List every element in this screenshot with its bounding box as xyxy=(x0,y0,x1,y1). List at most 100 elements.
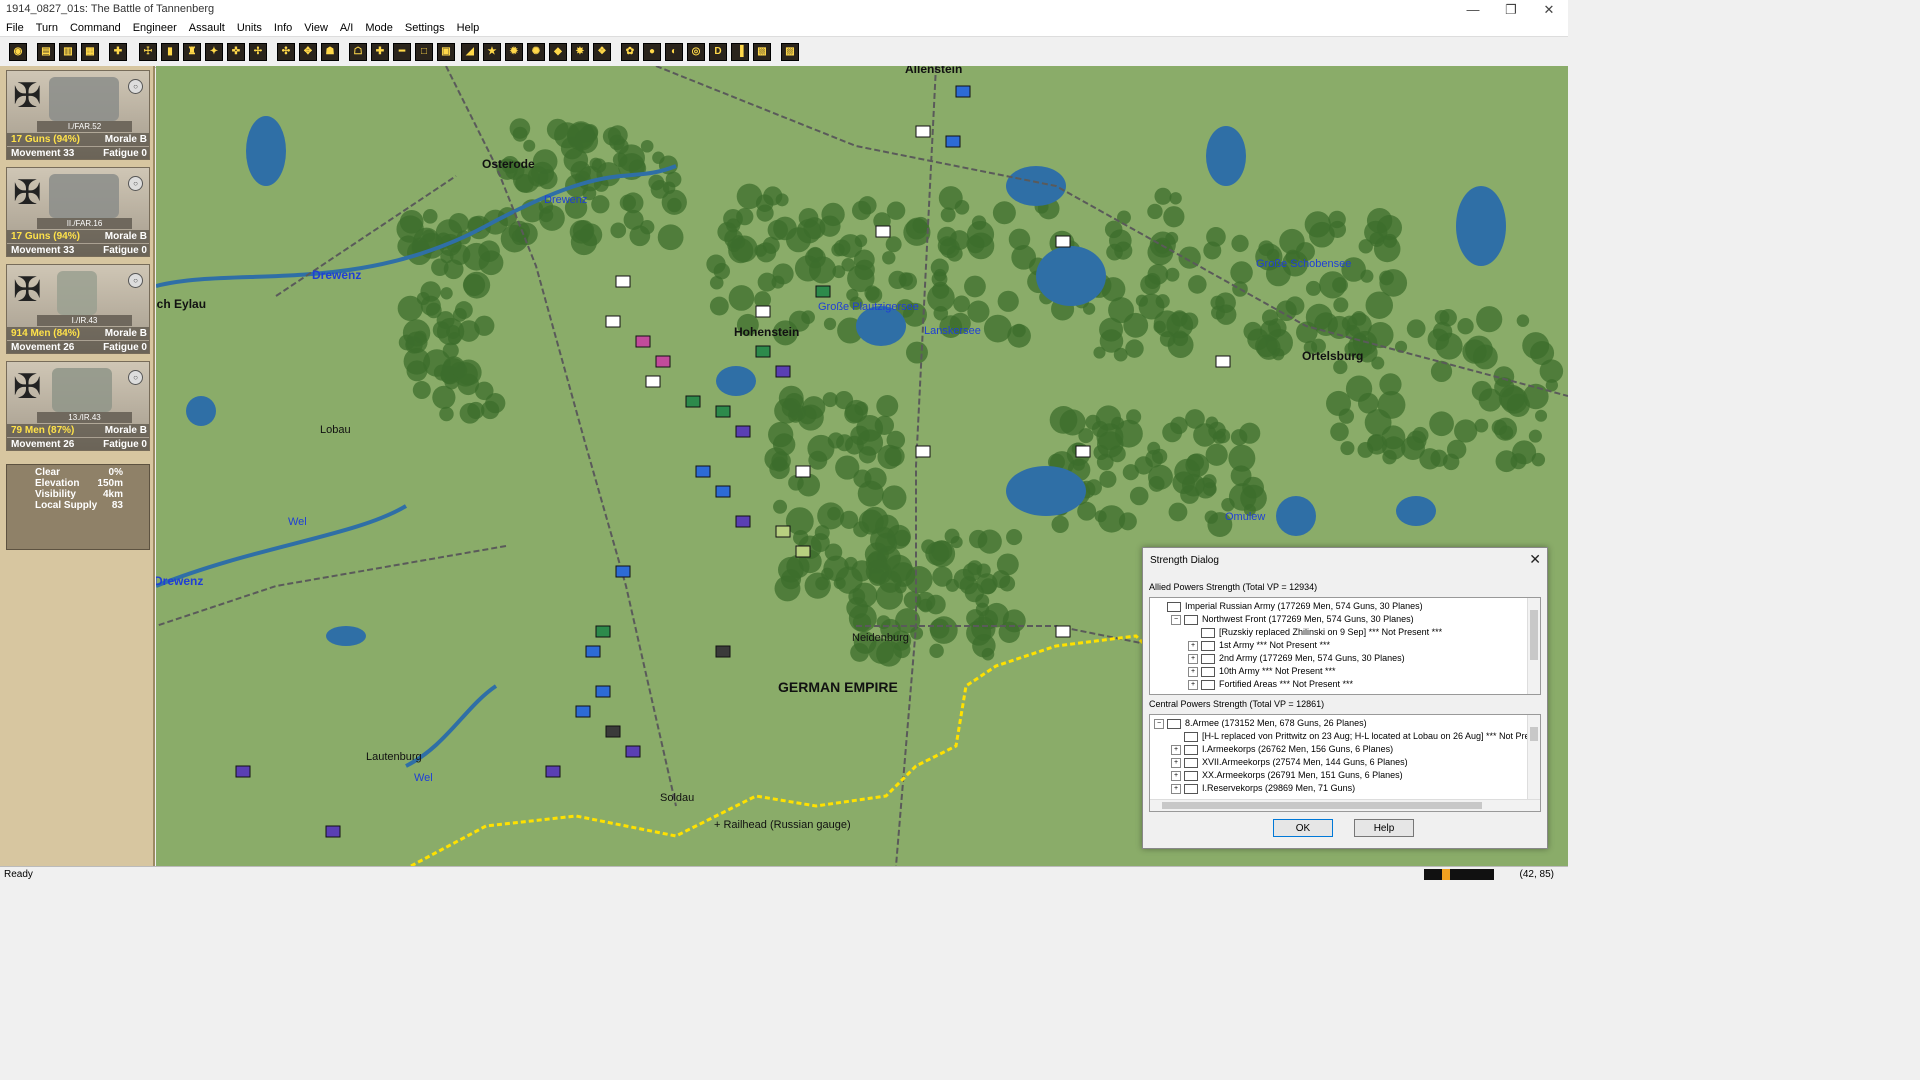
unit-counter[interactable] xyxy=(915,445,931,458)
toolbar-button-1[interactable]: ▤ xyxy=(37,43,55,61)
toolbar-button-16[interactable]: ━ xyxy=(393,43,411,61)
unit-counter[interactable] xyxy=(685,395,701,408)
unit-card[interactable]: ✠ ○ I./IR.43 914 Men (84%) Morale B Movem… xyxy=(6,264,150,354)
unit-counter[interactable] xyxy=(915,125,931,138)
toolbar-button-30[interactable]: D xyxy=(709,43,727,61)
unit-counter[interactable] xyxy=(645,375,661,388)
unit-counter[interactable] xyxy=(735,515,751,528)
unit-card[interactable]: ✠ ○ I./FAR.52 17 Guns (94%) Morale B Move… xyxy=(6,70,150,160)
expand-toggle-icon[interactable]: + xyxy=(1171,757,1181,768)
menu-command[interactable]: Command xyxy=(64,19,127,36)
unit-counter[interactable] xyxy=(1055,625,1071,638)
toolbar-button-14[interactable]: ☖ xyxy=(349,43,367,61)
unit-counter[interactable] xyxy=(945,135,961,148)
tree-item[interactable]: +2nd Army (177269 Men, 574 Guns, 30 Plan… xyxy=(1188,652,1405,664)
toolbar-button-26[interactable]: ✿ xyxy=(621,43,639,61)
tree-item[interactable]: + I.Armeekorps (26762 Men, 156 Guns, 6 Pl… xyxy=(1171,743,1393,755)
toolbar-button-33[interactable]: ▨ xyxy=(781,43,799,61)
unit-card[interactable]: ✠ ○ II./FAR.16 17 Guns (94%) Morale B Mov… xyxy=(6,167,150,257)
unit-counter[interactable] xyxy=(815,285,831,298)
unit-counter[interactable] xyxy=(545,765,561,778)
tree-item[interactable]: [H-L replaced von Prittwitz on 23 Aug; H… xyxy=(1171,730,1530,742)
unit-counter[interactable] xyxy=(1055,235,1071,248)
unit-counter[interactable] xyxy=(605,725,621,738)
close-window-button[interactable]: ✕ xyxy=(1530,0,1568,19)
toolbar-button-20[interactable]: ★ xyxy=(483,43,501,61)
allied-strength-tree[interactable]: Imperial Russian Army (177269 Men, 574 G… xyxy=(1149,597,1541,695)
tree-item[interactable]: + XX.Armeekorps (26791 Men, 151 Guns, 6 P… xyxy=(1171,769,1403,781)
unit-counter[interactable] xyxy=(735,425,751,438)
toolbar-button-22[interactable]: ✺ xyxy=(527,43,545,61)
unit-counter[interactable] xyxy=(635,335,651,348)
unit-counter[interactable] xyxy=(875,225,891,238)
unit-counter[interactable] xyxy=(775,365,791,378)
tree-item[interactable]: +1st Army *** Not Present *** xyxy=(1188,639,1330,651)
toolbar-button-7[interactable]: ♜ xyxy=(183,43,201,61)
unit-counter[interactable] xyxy=(325,825,341,838)
expand-toggle-icon[interactable]: + xyxy=(1171,744,1181,755)
toolbar-button-9[interactable]: ✜ xyxy=(227,43,245,61)
central-tree-hscrollbar[interactable] xyxy=(1150,799,1540,811)
unit-counter[interactable] xyxy=(795,545,811,558)
dialog-close-icon[interactable]: ✕ xyxy=(1529,551,1541,568)
toolbar-button-15[interactable]: ✚ xyxy=(371,43,389,61)
unit-counter[interactable] xyxy=(595,685,611,698)
toolbar-button-28[interactable]: ◐ xyxy=(665,43,683,61)
tree-item[interactable]: + I.Reservekorps (29869 Men, 71 Guns) xyxy=(1171,782,1355,794)
unit-counter[interactable] xyxy=(695,465,711,478)
toolbar-button-3[interactable]: ▦ xyxy=(81,43,99,61)
tree-item[interactable]: + XVII.Armeekorps (27574 Men, 144 Guns, 6… xyxy=(1171,756,1408,768)
tree-item[interactable]: Imperial Russian Army (177269 Men, 574 G… xyxy=(1154,600,1423,612)
expand-toggle-icon[interactable]: + xyxy=(1171,783,1181,794)
unit-counter[interactable] xyxy=(605,315,621,328)
unit-counter[interactable] xyxy=(755,305,771,318)
toolbar-button-19[interactable]: ◢ xyxy=(461,43,479,61)
toolbar-button-2[interactable]: ▥ xyxy=(59,43,77,61)
menu-file[interactable]: File xyxy=(0,19,30,36)
toolbar-button-13[interactable]: ☗ xyxy=(321,43,339,61)
toolbar-button-4[interactable]: ✚ xyxy=(109,43,127,61)
central-strength-tree[interactable]: − 8.Armee (173152 Men, 678 Guns, 26 Plane… xyxy=(1149,714,1541,812)
toolbar-button-10[interactable]: ✢ xyxy=(249,43,267,61)
expand-toggle-icon[interactable]: + xyxy=(1188,666,1198,677)
expand-toggle-icon[interactable]: + xyxy=(1188,653,1198,664)
unit-counter[interactable] xyxy=(1215,355,1231,368)
unit-counter[interactable] xyxy=(955,85,971,98)
tree-item[interactable]: +10th Army *** Not Present *** xyxy=(1188,665,1336,677)
toolbar-button-12[interactable]: ✥ xyxy=(299,43,317,61)
tree-item[interactable]: − 8.Armee (173152 Men, 678 Guns, 26 Plane… xyxy=(1154,717,1367,729)
unit-counter[interactable] xyxy=(575,705,591,718)
unit-counter[interactable] xyxy=(715,485,731,498)
unit-counter[interactable] xyxy=(235,765,251,778)
expand-toggle-icon[interactable]: + xyxy=(1171,770,1181,781)
menu-turn[interactable]: Turn xyxy=(30,19,64,36)
menu-engineer[interactable]: Engineer xyxy=(127,19,183,36)
toolbar-button-18[interactable]: ▣ xyxy=(437,43,455,61)
unit-counter[interactable] xyxy=(615,275,631,288)
ok-button[interactable]: OK xyxy=(1273,819,1333,837)
toolbar-button-8[interactable]: ✦ xyxy=(205,43,223,61)
expand-toggle-icon[interactable]: + xyxy=(1188,640,1198,651)
toolbar-button-23[interactable]: ◆ xyxy=(549,43,567,61)
toolbar-button-11[interactable]: ✣ xyxy=(277,43,295,61)
expand-toggle-icon[interactable]: + xyxy=(1188,679,1198,690)
unit-counter[interactable] xyxy=(795,465,811,478)
unit-counter[interactable] xyxy=(775,525,791,538)
unit-counter[interactable] xyxy=(755,345,771,358)
minimize-button[interactable]: — xyxy=(1454,0,1492,19)
unit-counter[interactable] xyxy=(625,745,641,758)
allied-tree-scrollbar[interactable] xyxy=(1527,598,1540,694)
menu-help[interactable]: Help xyxy=(451,19,486,36)
unit-counter[interactable] xyxy=(595,625,611,638)
menu-assault[interactable]: Assault xyxy=(183,19,231,36)
restore-button[interactable]: ❐ xyxy=(1492,0,1530,19)
unit-counter[interactable] xyxy=(715,645,731,658)
toolbar-button-6[interactable]: ▮ xyxy=(161,43,179,61)
toolbar-button-5[interactable]: ☩ xyxy=(139,43,157,61)
unit-counter[interactable] xyxy=(615,565,631,578)
tree-item[interactable]: [Ruzskiy replaced Zhilinski on 9 Sep] **… xyxy=(1188,626,1442,638)
toolbar-button-27[interactable]: ● xyxy=(643,43,661,61)
menu-settings[interactable]: Settings xyxy=(399,19,451,36)
menu-view[interactable]: View xyxy=(298,19,334,36)
menu-mode[interactable]: Mode xyxy=(359,19,399,36)
